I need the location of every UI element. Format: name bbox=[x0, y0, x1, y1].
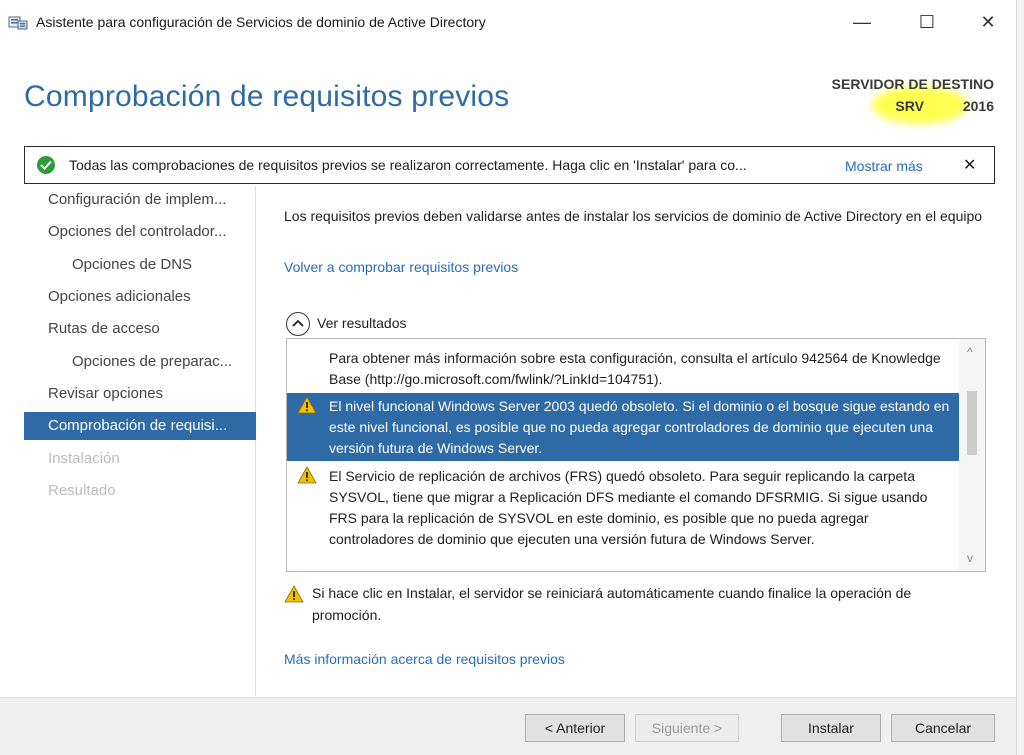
destination-server-name: SRV 2016 bbox=[895, 98, 994, 114]
result-text: Para obtener más información sobre esta … bbox=[329, 350, 941, 387]
cancel-button[interactable]: Cancelar bbox=[891, 714, 995, 742]
scroll-up-icon[interactable]: ^ bbox=[967, 345, 973, 359]
results-list: Para obtener más información sobre esta … bbox=[286, 338, 986, 572]
sidebar-item-paths[interactable]: Rutas de acceso bbox=[24, 315, 256, 343]
sidebar-item-review-options[interactable]: Revisar opciones bbox=[24, 380, 256, 408]
sidebar-item-deployment-config[interactable]: Configuración de implem... bbox=[24, 186, 256, 214]
result-item-functional-level[interactable]: El nivel funcional Windows Server 2003 q… bbox=[287, 393, 959, 461]
result-text: El Servicio de replicación de archivos (… bbox=[329, 468, 928, 547]
success-check-icon bbox=[37, 156, 55, 174]
next-button: Siguiente > bbox=[635, 714, 739, 742]
window-title: Asistente para configuración de Servicio… bbox=[36, 14, 486, 30]
maximize-button[interactable]: ☐ bbox=[907, 8, 947, 36]
wizard-footer: < Anterior Siguiente > Instalar Cancelar bbox=[0, 697, 1016, 755]
close-window-button[interactable]: ✕ bbox=[968, 8, 1008, 36]
sidebar-item-installation: Instalación bbox=[48, 450, 120, 467]
success-notice-bar: Todas las comprobaciones de requisitos p… bbox=[24, 146, 995, 184]
restart-note-text: Si hace clic en Instalar, el servidor se… bbox=[312, 585, 912, 623]
notice-text: Todas las comprobaciones de requisitos p… bbox=[69, 157, 747, 173]
sidebar-item-dns-options[interactable]: Opciones de DNS bbox=[24, 251, 256, 279]
wizard-window: Asistente para configuración de Servicio… bbox=[0, 0, 1024, 755]
recheck-prerequisites-link[interactable]: Volver a comprobar requisitos previos bbox=[284, 259, 518, 275]
sidebar-item-additional-options[interactable]: Opciones adicionales bbox=[24, 283, 256, 311]
title-bar: Asistente para configuración de Servicio… bbox=[0, 0, 1016, 44]
notice-close-icon[interactable]: ✕ bbox=[963, 155, 976, 175]
install-button[interactable]: Instalar bbox=[781, 714, 881, 742]
warning-icon bbox=[284, 585, 304, 603]
sidebar-item-preparation-options[interactable]: Opciones de preparac... bbox=[24, 348, 256, 376]
minimize-button[interactable]: — bbox=[842, 8, 882, 36]
warning-icon bbox=[297, 466, 317, 484]
window-edge bbox=[1016, 0, 1024, 755]
wizard-steps-sidebar: Configuración de implem... Opciones del … bbox=[24, 186, 256, 696]
restart-warning-note: Si hace clic en Instalar, el servidor se… bbox=[284, 582, 984, 626]
warning-icon bbox=[297, 396, 317, 414]
scroll-thumb[interactable] bbox=[967, 391, 977, 455]
show-more-link[interactable]: Mostrar más bbox=[845, 158, 923, 174]
page-title: Comprobación de requisitos previos bbox=[24, 80, 510, 113]
sidebar-item-prerequisites-check[interactable]: Comprobación de requisi... bbox=[24, 412, 256, 440]
destination-server-label: SERVIDOR DE DESTINO bbox=[831, 76, 994, 92]
chevron-up-icon[interactable] bbox=[286, 312, 310, 336]
result-item-frs-deprecated[interactable]: El Servicio de replicación de archivos (… bbox=[287, 463, 959, 571]
result-item-kb-info[interactable]: Para obtener más información sobre esta … bbox=[287, 345, 959, 393]
server-manager-icon bbox=[8, 14, 28, 30]
view-results-label: Ver resultados bbox=[317, 315, 407, 331]
previous-button[interactable]: < Anterior bbox=[525, 714, 625, 742]
sidebar-item-dc-options[interactable]: Opciones del controlador... bbox=[24, 218, 256, 246]
intro-text: Los requisitos previos deben validarse a… bbox=[284, 208, 983, 224]
results-scrollbar[interactable]: ^ v bbox=[959, 339, 985, 571]
sidebar-item-result: Resultado bbox=[48, 482, 116, 499]
result-text: El nivel funcional Windows Server 2003 q… bbox=[329, 398, 950, 456]
more-info-prerequisites-link[interactable]: Más información acerca de requisitos pre… bbox=[284, 651, 565, 667]
scroll-down-icon[interactable]: v bbox=[967, 551, 973, 565]
